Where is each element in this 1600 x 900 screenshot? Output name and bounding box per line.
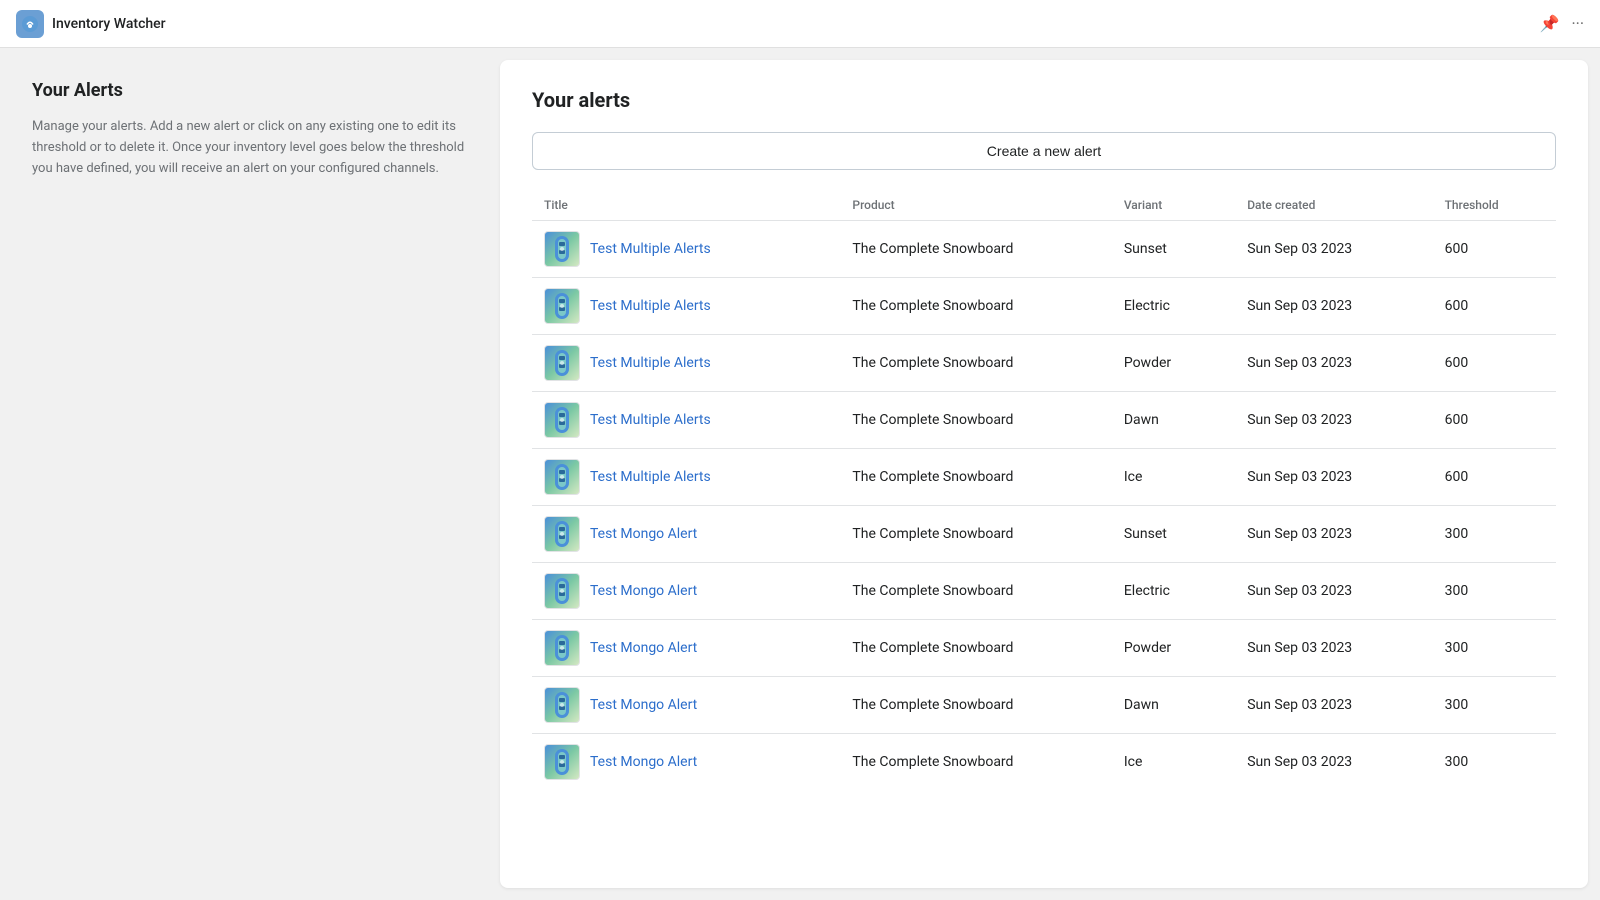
cell-date: Sun Sep 03 2023 — [1235, 449, 1432, 506]
cell-variant: Ice — [1112, 449, 1235, 506]
cell-variant: Dawn — [1112, 392, 1235, 449]
more-menu-icon[interactable]: ··· — [1571, 14, 1584, 33]
cell-threshold: 300 — [1433, 677, 1556, 734]
product-thumbnail — [544, 459, 580, 495]
table-row: Test Mongo Alert The Complete Snowboard … — [532, 734, 1556, 791]
cell-product: The Complete Snowboard — [840, 620, 1111, 677]
cell-date: Sun Sep 03 2023 — [1235, 734, 1432, 791]
cell-product: The Complete Snowboard — [840, 563, 1111, 620]
table-row: Test Mongo Alert The Complete Snowboard … — [532, 677, 1556, 734]
table-row: Test Multiple Alerts The Complete Snowbo… — [532, 221, 1556, 278]
table-header: Title Product Variant Date created Thres… — [532, 190, 1556, 221]
app-title: Inventory Watcher — [52, 16, 166, 32]
cell-product: The Complete Snowboard — [840, 449, 1111, 506]
cell-date: Sun Sep 03 2023 — [1235, 335, 1432, 392]
alert-title-link[interactable]: Test Mongo Alert — [590, 754, 697, 770]
cell-threshold: 300 — [1433, 620, 1556, 677]
cell-date: Sun Sep 03 2023 — [1235, 620, 1432, 677]
table-body: Test Multiple Alerts The Complete Snowbo… — [532, 221, 1556, 791]
cell-threshold: 600 — [1433, 392, 1556, 449]
sidebar: Your Alerts Manage your alerts. Add a ne… — [0, 48, 500, 900]
alert-title-link[interactable]: Test Mongo Alert — [590, 583, 697, 599]
cell-threshold: 300 — [1433, 734, 1556, 791]
table-row: Test Multiple Alerts The Complete Snowbo… — [532, 449, 1556, 506]
table-row: Test Multiple Alerts The Complete Snowbo… — [532, 278, 1556, 335]
cell-variant: Electric — [1112, 278, 1235, 335]
cell-product: The Complete Snowboard — [840, 677, 1111, 734]
cell-variant: Electric — [1112, 563, 1235, 620]
main-content: Your Alerts Manage your alerts. Add a ne… — [0, 48, 1600, 900]
top-bar: Inventory Watcher 📌 ··· — [0, 0, 1600, 48]
cell-variant: Sunset — [1112, 506, 1235, 563]
product-thumbnail — [544, 345, 580, 381]
product-thumbnail — [544, 573, 580, 609]
cell-product: The Complete Snowboard — [840, 335, 1111, 392]
alert-title-link[interactable]: Test Multiple Alerts — [590, 412, 711, 428]
cell-product: The Complete Snowboard — [840, 734, 1111, 791]
table-row: Test Mongo Alert The Complete Snowboard … — [532, 506, 1556, 563]
product-thumbnail — [544, 402, 580, 438]
cell-variant: Dawn — [1112, 677, 1235, 734]
cell-date: Sun Sep 03 2023 — [1235, 563, 1432, 620]
cell-variant: Sunset — [1112, 221, 1235, 278]
sidebar-description: Manage your alerts. Add a new alert or c… — [32, 117, 468, 179]
table-row: Test Mongo Alert The Complete Snowboard … — [532, 620, 1556, 677]
cell-threshold: 600 — [1433, 449, 1556, 506]
alert-title-link[interactable]: Test Mongo Alert — [590, 526, 697, 542]
product-thumbnail — [544, 516, 580, 552]
cell-date: Sun Sep 03 2023 — [1235, 392, 1432, 449]
product-thumbnail — [544, 744, 580, 780]
cell-date: Sun Sep 03 2023 — [1235, 278, 1432, 335]
col-variant: Variant — [1112, 190, 1235, 221]
product-thumbnail — [544, 630, 580, 666]
app-header: Inventory Watcher — [16, 10, 166, 38]
cell-variant: Powder — [1112, 620, 1235, 677]
cell-threshold: 300 — [1433, 506, 1556, 563]
table-row: Test Multiple Alerts The Complete Snowbo… — [532, 335, 1556, 392]
cell-date: Sun Sep 03 2023 — [1235, 221, 1432, 278]
product-thumbnail — [544, 687, 580, 723]
top-bar-actions: 📌 ··· — [1540, 14, 1584, 33]
alert-title-link[interactable]: Test Mongo Alert — [590, 640, 697, 656]
alert-title-link[interactable]: Test Multiple Alerts — [590, 355, 711, 371]
col-date: Date created — [1235, 190, 1432, 221]
product-thumbnail — [544, 288, 580, 324]
sidebar-title: Your Alerts — [32, 80, 468, 101]
product-thumbnail — [544, 231, 580, 267]
panel-title: Your alerts — [532, 88, 1556, 112]
cell-threshold: 600 — [1433, 278, 1556, 335]
col-title: Title — [532, 190, 840, 221]
cell-product: The Complete Snowboard — [840, 392, 1111, 449]
cell-product: The Complete Snowboard — [840, 278, 1111, 335]
table-row: Test Multiple Alerts The Complete Snowbo… — [532, 392, 1556, 449]
cell-variant: Ice — [1112, 734, 1235, 791]
cell-threshold: 600 — [1433, 221, 1556, 278]
alerts-table: Title Product Variant Date created Thres… — [532, 190, 1556, 790]
app-icon — [16, 10, 44, 38]
pin-icon[interactable]: 📌 — [1540, 14, 1560, 33]
table-row: Test Mongo Alert The Complete Snowboard … — [532, 563, 1556, 620]
alert-title-link[interactable]: Test Multiple Alerts — [590, 241, 711, 257]
col-threshold: Threshold — [1433, 190, 1556, 221]
col-product: Product — [840, 190, 1111, 221]
cell-product: The Complete Snowboard — [840, 506, 1111, 563]
alert-title-link[interactable]: Test Multiple Alerts — [590, 298, 711, 314]
cell-threshold: 300 — [1433, 563, 1556, 620]
content-panel: Your alerts Create a new alert Title Pro… — [500, 60, 1588, 888]
cell-variant: Powder — [1112, 335, 1235, 392]
cell-date: Sun Sep 03 2023 — [1235, 677, 1432, 734]
cell-threshold: 600 — [1433, 335, 1556, 392]
cell-date: Sun Sep 03 2023 — [1235, 506, 1432, 563]
alert-title-link[interactable]: Test Mongo Alert — [590, 697, 697, 713]
alert-title-link[interactable]: Test Multiple Alerts — [590, 469, 711, 485]
cell-product: The Complete Snowboard — [840, 221, 1111, 278]
create-alert-button[interactable]: Create a new alert — [532, 132, 1556, 170]
